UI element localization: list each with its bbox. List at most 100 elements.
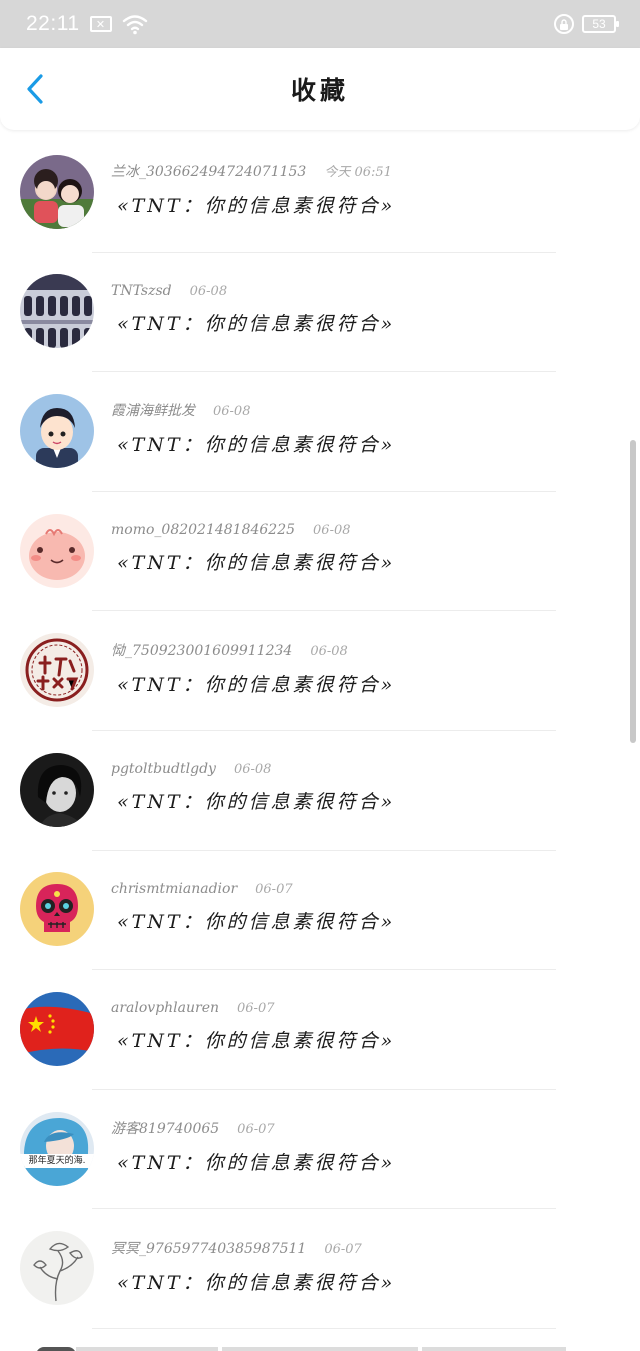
avatar[interactable] xyxy=(20,872,94,947)
divider xyxy=(76,1347,218,1351)
username[interactable]: momo_082021481846225 xyxy=(111,522,295,538)
avatar xyxy=(36,1347,76,1351)
lock-icon xyxy=(554,14,574,34)
username[interactable]: 冥冥_976597740385987511 xyxy=(111,1238,306,1258)
header: 收藏 xyxy=(0,48,640,130)
meta-line: 恸_750923001609911234 06-08 xyxy=(111,640,395,660)
avatar-photo-icon xyxy=(20,154,94,229)
divider xyxy=(222,1347,418,1351)
meta-line: pgtoltbudtlgdy 06-08 xyxy=(111,761,395,777)
avatar[interactable]: 那年夏天的海. xyxy=(20,1111,94,1186)
username[interactable]: chrismtmianadior xyxy=(111,881,237,897)
flag-icon xyxy=(20,991,94,1066)
username[interactable]: 恸_750923001609911234 xyxy=(111,640,292,660)
avatar-skull-icon xyxy=(20,872,94,947)
status-left: 22:11 ✕ xyxy=(26,12,148,36)
list-item[interactable]: aralovphlauren 06-07 «TNT：你的信息素很符合» xyxy=(0,970,640,1090)
timestamp: 06-08 xyxy=(233,762,272,778)
list-item[interactable]: TNTszsd 06-08 «TNT：你的信息素很符合» xyxy=(0,253,640,373)
list-item[interactable]: pgtoltbudtlgdy 06-08 «TNT：你的信息素很符合» xyxy=(0,731,640,851)
message-text: «TNT：你的信息素很符合» xyxy=(117,1271,396,1294)
username[interactable]: aralovphlauren xyxy=(111,1000,219,1016)
timestamp: 06-08 xyxy=(310,643,348,659)
message-text: «TNT：你的信息素很符合» xyxy=(117,552,396,575)
meta-line: 兰冰_303662494724071153 今天 06:51 xyxy=(111,161,395,181)
battery-level: 53 xyxy=(592,17,606,31)
avatar-cartoon-icon xyxy=(20,393,94,468)
avatar-sketch-icon xyxy=(20,1231,94,1306)
partial-list-item xyxy=(0,1339,640,1351)
list-item[interactable]: 恸_750923001609911234 06-08 «TNT：你的信息素很符合… xyxy=(0,611,640,731)
item-body: TNTszsd 06-08 «TNT：你的信息素很符合» xyxy=(111,283,395,336)
divider xyxy=(422,1347,566,1351)
list-item[interactable]: momo_082021481846225 06-08 «TNT：你的信息素很符合… xyxy=(0,492,640,612)
scrollbar[interactable] xyxy=(630,440,636,743)
back-button[interactable] xyxy=(20,72,50,106)
list-item[interactable]: 兰冰_303662494724071153 今天 06:51 «TNT：你的信息… xyxy=(0,133,640,253)
status-time: 22:11 xyxy=(26,12,80,35)
username[interactable]: 游客819740065 xyxy=(111,1118,219,1138)
avatar-pink-icon xyxy=(20,513,94,588)
item-body: 兰冰_303662494724071153 今天 06:51 «TNT：你的信息… xyxy=(111,161,395,218)
timestamp: 06-07 xyxy=(237,1001,275,1017)
item-body: 恸_750923001609911234 06-08 «TNT：你的信息素很符合… xyxy=(111,640,395,697)
username[interactable]: pgtoltbudtlgdy xyxy=(111,761,216,777)
avatar[interactable] xyxy=(20,633,94,708)
avatar-caption: 那年夏天的海. xyxy=(28,1155,86,1166)
status-bar: 22:11 ✕ 53 xyxy=(0,0,640,48)
meta-line: aralovphlauren 06-07 xyxy=(111,1000,395,1016)
timestamp: 06-08 xyxy=(189,283,228,299)
meta-line: chrismtmianadior 06-07 xyxy=(111,881,395,897)
timestamp: 今天 06:51 xyxy=(324,165,392,181)
username[interactable]: 霞浦海鲜批发 xyxy=(111,400,195,420)
message-text: «TNT：你的信息素很符合» xyxy=(117,1152,396,1175)
timestamp: 06-08 xyxy=(213,404,251,420)
avatar-bw-icon xyxy=(20,752,94,827)
chevron-left-icon xyxy=(27,74,43,104)
item-body: 霞浦海鲜批发 06-08 «TNT：你的信息素很符合» xyxy=(111,400,395,457)
list-item[interactable]: 冥冥_976597740385987511 06-07 «TNT：你的信息素很符… xyxy=(0,1209,640,1329)
message-text: «TNT：你的信息素很符合» xyxy=(117,910,396,933)
list-item[interactable]: 那年夏天的海. 游客819740065 06-07 «TNT：你的信息素很符合» xyxy=(0,1090,640,1210)
meta-line: 霞浦海鲜批发 06-08 xyxy=(111,400,395,420)
battery-icon: 53 xyxy=(582,15,619,33)
meta-line: 冥冥_976597740385987511 06-07 xyxy=(111,1238,395,1258)
list-item[interactable]: 霞浦海鲜批发 06-08 «TNT：你的信息素很符合» xyxy=(0,372,640,492)
avatar-seal-icon xyxy=(20,633,94,708)
username[interactable]: TNTszsd xyxy=(111,283,172,299)
notification-icon: ✕ xyxy=(89,16,112,32)
avatar-group-icon xyxy=(20,274,94,349)
timestamp: 06-07 xyxy=(324,1241,362,1257)
meta-line: momo_082021481846225 06-08 xyxy=(111,522,395,538)
message-text: «TNT：你的信息素很符合» xyxy=(117,312,396,335)
meta-line: TNTszsd 06-08 xyxy=(111,283,395,299)
wifi-icon xyxy=(122,15,147,35)
username[interactable]: 兰冰_303662494724071153 xyxy=(111,161,306,181)
item-body: momo_082021481846225 06-08 «TNT：你的信息素很符合… xyxy=(111,522,395,575)
item-body: 冥冥_976597740385987511 06-07 «TNT：你的信息素很符… xyxy=(111,1238,395,1295)
timestamp: 06-08 xyxy=(313,523,351,539)
item-body: chrismtmianadior 06-07 «TNT：你的信息素很符合» xyxy=(111,881,395,934)
avatar[interactable] xyxy=(20,274,94,349)
message-text: «TNT：你的信息素很符合» xyxy=(117,673,396,696)
avatar[interactable] xyxy=(20,513,94,588)
avatar[interactable] xyxy=(20,154,94,229)
page-title: 收藏 xyxy=(290,76,349,105)
avatar[interactable] xyxy=(20,1231,94,1306)
status-right: 53 xyxy=(554,14,619,34)
meta-line: 游客819740065 06-07 xyxy=(111,1118,395,1138)
favorites-list: 兰冰_303662494724071153 今天 06:51 «TNT：你的信息… xyxy=(0,133,640,1329)
avatar-bluehair-icon xyxy=(20,1111,94,1186)
message-text: «TNT：你的信息素很符合» xyxy=(117,791,396,814)
message-text: «TNT：你的信息素很符合» xyxy=(117,1030,396,1053)
avatar[interactable] xyxy=(20,991,94,1066)
timestamp: 06-07 xyxy=(255,881,293,897)
avatar[interactable] xyxy=(20,393,94,468)
message-text: «TNT：你的信息素很符合» xyxy=(117,195,396,218)
item-body: 游客819740065 06-07 «TNT：你的信息素很符合» xyxy=(111,1118,395,1175)
item-body: aralovphlauren 06-07 «TNT：你的信息素很符合» xyxy=(111,1000,395,1053)
item-body: pgtoltbudtlgdy 06-08 «TNT：你的信息素很符合» xyxy=(111,761,395,814)
message-text: «TNT：你的信息素很符合» xyxy=(117,434,396,457)
list-item[interactable]: chrismtmianadior 06-07 «TNT：你的信息素很符合» xyxy=(0,851,640,971)
avatar[interactable] xyxy=(20,752,94,827)
